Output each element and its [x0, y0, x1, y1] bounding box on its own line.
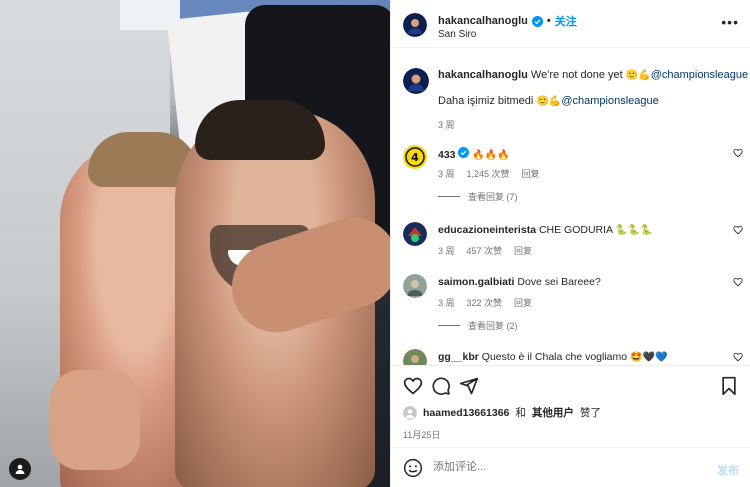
comment-text: saimon.galbiati Dove sei Bareee? [438, 276, 601, 288]
comment-likes[interactable]: 457 次赞 [467, 244, 503, 257]
likes-others[interactable]: 其他用户 [532, 405, 574, 420]
comment-text: 433 🔥🔥🔥 [438, 147, 510, 161]
smile-icon[interactable] [403, 458, 423, 478]
comment-meta: 3 周 457 次赞 回复 [438, 244, 532, 257]
caption-emojis-2: 🙂💪 [536, 96, 562, 107]
bookmark-icon[interactable] [719, 376, 739, 396]
comment-time[interactable]: 3 周 [438, 244, 455, 257]
comment-meta: 3 周 322 次赞 回复 [438, 296, 532, 309]
caption-mention-2[interactable]: @championsleague [561, 95, 658, 107]
caption-username[interactable]: hakancalhanoglu [438, 69, 528, 81]
comment-like-icon[interactable] [733, 277, 743, 287]
liker-avatar[interactable] [403, 405, 417, 420]
comment-avatar[interactable] [403, 274, 427, 298]
comment-body: Dove sei Bareee? [517, 276, 601, 288]
comment-time[interactable]: 3 周 [438, 296, 455, 309]
comment-reply-button[interactable]: 回复 [522, 167, 540, 180]
post-comment-button[interactable]: 发布 [717, 462, 739, 478]
comment-like-icon[interactable] [733, 352, 743, 362]
heart-icon[interactable] [403, 376, 423, 396]
comment-emojis: 🔥🔥🔥 [472, 150, 510, 161]
replies-line [438, 196, 460, 197]
likes-and: 和 [515, 407, 526, 419]
comment-avatar[interactable]: 4 [403, 145, 427, 169]
comment-text: gg__kbr Questo è il Chala che vogliamo 🤩… [438, 351, 667, 363]
caption-text-1: We're not done yet [530, 69, 623, 81]
post-date[interactable]: 11月25日 [403, 428, 440, 441]
comment-input[interactable] [433, 461, 693, 473]
comment-reply-button[interactable]: 回复 [514, 296, 532, 309]
comment-like-icon[interactable] [733, 225, 743, 235]
verified-icon [458, 147, 470, 158]
comment-like-icon[interactable] [733, 148, 743, 158]
comment-text: educazioneinteristа CHE GODURIA 🐍🐍🐍 [438, 224, 653, 236]
author-username[interactable]: hakancalhanoglu [438, 15, 528, 27]
separator-dot: • [546, 15, 551, 27]
comment-meta: 3 周 1,245 次赞 回复 [438, 167, 540, 180]
likes-liked: 赞了 [579, 407, 601, 419]
more-options-icon[interactable]: ••• [721, 14, 739, 30]
comment-username[interactable]: 433 [438, 149, 456, 161]
comment-likes[interactable]: 322 次赞 [467, 296, 503, 309]
liker-username[interactable]: haamed13661366 [423, 407, 509, 419]
caption-line-1: hakancalhanoglu We're not done yet 🙂💪@ch… [438, 69, 748, 81]
comment-emojis: 🐍🐍🐍 [615, 225, 653, 236]
post-panel: hakancalhanoglu • 关注 San Siro ••• hakanc… [390, 0, 750, 487]
post-photo[interactable] [0, 0, 390, 487]
view-replies-button[interactable]: 查看回复 (2) [438, 319, 518, 332]
comment-avatar[interactable] [403, 349, 427, 365]
caption-time[interactable]: 3 周 [438, 118, 455, 131]
view-replies-label[interactable]: 查看回复 (7) [468, 190, 518, 203]
caption-avatar[interactable] [403, 68, 429, 94]
post-header: hakancalhanoglu • 关注 San Siro ••• [391, 0, 750, 48]
svg-text:4: 4 [411, 151, 419, 164]
author-avatar[interactable] [403, 13, 427, 37]
comment-username[interactable]: gg__kbr [438, 351, 479, 363]
comment-emojis: 🤩🖤💙 [630, 352, 668, 363]
comment-reply-button[interactable]: 回复 [514, 244, 532, 257]
comment-item: gg__kbr Questo è il Chala che vogliamo 🤩… [403, 349, 743, 365]
comment-username[interactable]: saimon.galbiati [438, 276, 514, 288]
raised-fist [50, 370, 140, 470]
add-comment-bar: 发布 [391, 447, 750, 487]
post-location[interactable]: San Siro [438, 29, 476, 40]
comment-body: CHE GODURIA [538, 224, 613, 236]
likes-summary: haamed13661366 和 其他用户 赞了 [403, 405, 601, 420]
comment-icon[interactable] [431, 376, 451, 396]
comment-time[interactable]: 3 周 [438, 167, 455, 180]
tagged-users-icon[interactable] [9, 458, 31, 480]
view-replies-button[interactable]: 查看回复 (7) [438, 190, 518, 203]
comment-username[interactable]: educazioneinteristа [438, 224, 536, 236]
verified-icon [531, 15, 543, 27]
caption-emojis-1: 🙂💪 [625, 70, 651, 81]
post-actions [391, 365, 750, 405]
header-user-row: hakancalhanoglu • 关注 [438, 13, 577, 29]
person-right-hair [195, 100, 325, 160]
caption-text-2: Daha işimiz bitmedi [438, 95, 534, 107]
replies-line [438, 325, 460, 326]
share-icon[interactable] [459, 376, 479, 396]
comment-body: Questo è il Chala che vogliamo [481, 351, 628, 363]
view-replies-label[interactable]: 查看回复 (2) [468, 319, 518, 332]
caption-line-2: Daha işimiz bitmedi 🙂💪@championsleague [438, 95, 659, 107]
comment-likes[interactable]: 1,245 次赞 [467, 167, 510, 180]
comment-avatar[interactable] [403, 222, 427, 246]
follow-button[interactable]: 关注 [555, 13, 577, 29]
caption-mention-1[interactable]: @championsleague [651, 69, 748, 81]
